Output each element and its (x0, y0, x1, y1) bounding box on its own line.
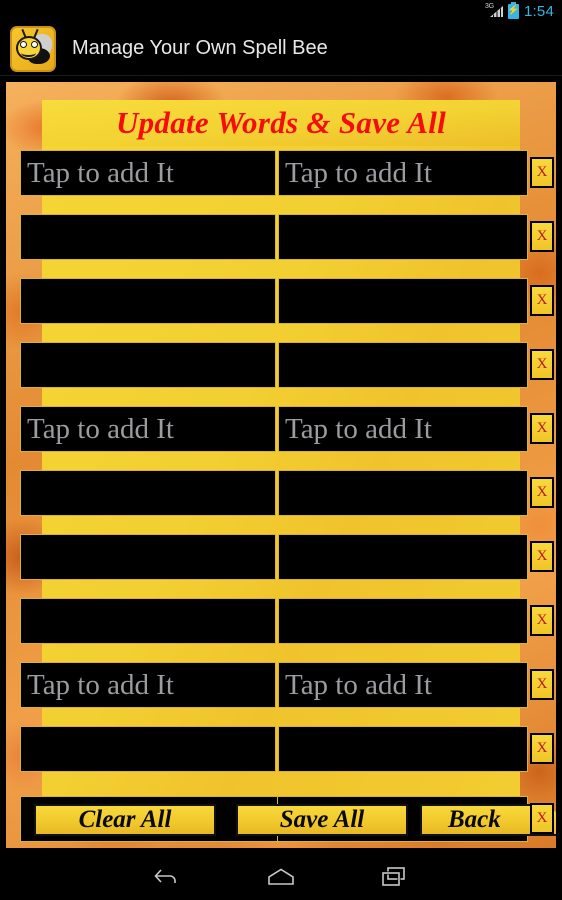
status-bar: 3G ⚡ 1:54 (0, 0, 562, 22)
word-input-left[interactable] (20, 342, 276, 388)
word-row: X (20, 598, 554, 644)
word-input-right[interactable] (278, 278, 528, 324)
word-input-left-text: Tap to add It (27, 668, 174, 701)
remove-row-button[interactable]: X (530, 221, 554, 252)
status-clock: 1:54 (524, 2, 554, 20)
word-list-panel (42, 100, 520, 818)
word-input-right[interactable] (278, 534, 528, 580)
signal-bars-icon (490, 6, 503, 17)
android-navigation-bar (0, 854, 562, 900)
remove-row-button[interactable]: X (530, 157, 554, 188)
remove-row-button[interactable]: X (530, 605, 554, 636)
remove-row-button[interactable]: X (530, 477, 554, 508)
remove-row-button[interactable]: X (530, 541, 554, 572)
word-input-left[interactable] (20, 534, 276, 580)
app-title: Manage Your Own Spell Bee (72, 37, 328, 59)
home-icon (268, 868, 294, 885)
remove-row-button[interactable]: X (530, 413, 554, 444)
page-title-banner: Update Words & Save All (42, 100, 520, 146)
word-input-right[interactable] (278, 598, 528, 644)
back-icon (154, 869, 176, 883)
word-input-left-text: Tap to add It (27, 412, 174, 445)
word-row: Tap to add It Tap to add It X (20, 406, 554, 452)
word-input-left[interactable] (20, 726, 276, 772)
word-input-left[interactable]: Tap to add It (20, 150, 276, 196)
bottom-button-bar: Clear All Save All Back X (20, 796, 556, 843)
bee-eye-left (20, 40, 27, 48)
word-input-right[interactable] (278, 726, 528, 772)
save-all-button[interactable]: Save All (236, 804, 408, 836)
action-bar: Manage Your Own Spell Bee (0, 22, 562, 76)
word-input-right[interactable] (278, 470, 528, 516)
word-row: X (20, 726, 554, 772)
remove-row-button[interactable]: X (530, 285, 554, 316)
recents-icon (381, 867, 405, 887)
nav-back-button[interactable] (144, 854, 190, 900)
word-row: X (20, 342, 554, 388)
word-input-right[interactable]: Tap to add It (278, 662, 528, 708)
remove-row-button[interactable]: X (530, 803, 554, 834)
nav-home-button[interactable] (258, 854, 304, 900)
word-input-left[interactable] (20, 278, 276, 324)
word-row: X (20, 214, 554, 260)
remove-row-button[interactable]: X (530, 349, 554, 380)
nav-recents-button[interactable] (372, 854, 418, 900)
bee-eye-right (31, 40, 38, 48)
word-input-right-text: Tap to add It (285, 156, 432, 189)
word-input-right[interactable]: Tap to add It (278, 406, 528, 452)
word-row: Tap to add It Tap to add It X (20, 150, 554, 196)
charging-bolt-icon: ⚡ (507, 5, 520, 16)
word-input-left[interactable] (20, 598, 276, 644)
word-input-left[interactable] (20, 470, 276, 516)
android-screen: 3G ⚡ 1:54 Manage Your Own Spell Bee Upda… (0, 0, 562, 900)
remove-row-button[interactable]: X (530, 733, 554, 764)
page-title: Update Words & Save All (115, 105, 447, 140)
word-input-left[interactable]: Tap to add It (20, 662, 276, 708)
word-input-right[interactable] (278, 214, 528, 260)
word-row: X (20, 534, 554, 580)
word-input-left[interactable]: Tap to add It (20, 406, 276, 452)
word-input-left-text: Tap to add It (27, 156, 174, 189)
word-row: Tap to add It Tap to add It X (20, 662, 554, 708)
word-row: X (20, 278, 554, 324)
app-content-area: Update Words & Save All Tap to add It Tap… (0, 76, 562, 854)
word-input-right-text: Tap to add It (285, 412, 432, 445)
remove-row-button[interactable]: X (530, 669, 554, 700)
word-input-left[interactable] (20, 214, 276, 260)
clear-all-button[interactable]: Clear All (34, 804, 216, 836)
word-input-right[interactable]: Tap to add It (278, 150, 528, 196)
battery-charging-icon: ⚡ (507, 1, 520, 19)
bee-app-icon (10, 25, 56, 72)
word-input-right[interactable] (278, 342, 528, 388)
bee-smile-shape (21, 49, 36, 57)
word-input-right-text: Tap to add It (285, 668, 432, 701)
signal-3g-icon: 3G (485, 3, 503, 18)
word-row: X (20, 470, 554, 516)
